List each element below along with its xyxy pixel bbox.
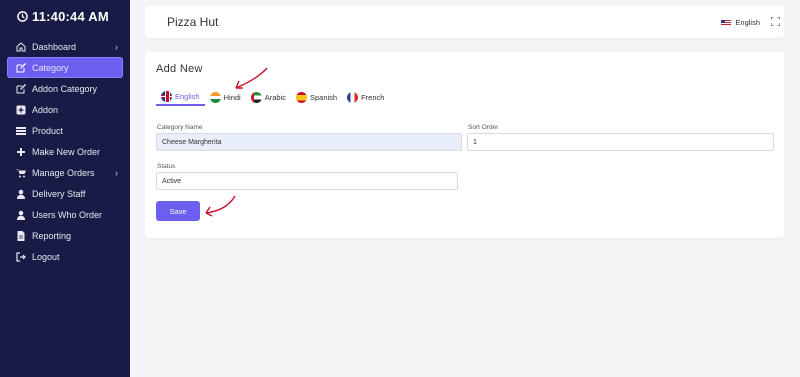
tab-french[interactable]: French bbox=[342, 88, 389, 106]
annotation-arrow bbox=[205, 195, 236, 217]
uae-flag-icon bbox=[250, 91, 262, 103]
sidebar-item-manage-orders[interactable]: Manage Orders › bbox=[0, 162, 130, 183]
annotation-arrow bbox=[235, 67, 268, 89]
sidebar-item-addon[interactable]: Addon bbox=[0, 99, 130, 120]
sidebar-item-dashboard[interactable]: Dashboard › bbox=[0, 36, 130, 57]
sidebar-item-label: Reporting bbox=[32, 230, 72, 241]
sort-order-input[interactable]: 1 bbox=[467, 133, 774, 151]
sidebar-item-label: Dashboard bbox=[32, 41, 77, 52]
card-title: Add New bbox=[156, 63, 203, 75]
file-icon bbox=[15, 230, 26, 241]
india-flag-icon bbox=[209, 91, 221, 103]
sidebar-item-make-new-order[interactable]: Make New Order bbox=[0, 141, 130, 162]
tab-label: Spanish bbox=[309, 92, 338, 102]
tab-label: English bbox=[175, 91, 200, 101]
users-icon bbox=[15, 209, 26, 220]
user-icon bbox=[15, 188, 26, 199]
sidebar-item-label: Users Who Order bbox=[32, 209, 103, 220]
save-button[interactable]: Save bbox=[156, 201, 200, 221]
sidebar-item-label: Logout bbox=[32, 251, 60, 262]
clock-time: 11:40:44 AM bbox=[32, 9, 109, 24]
clock-icon bbox=[17, 11, 28, 22]
category-name-input[interactable]: Cheese Margherita bbox=[156, 133, 462, 151]
chevron-right-icon: › bbox=[115, 168, 118, 178]
uk-flag-icon bbox=[161, 90, 172, 102]
sidebar-item-delivery-staff[interactable]: Delivery Staff bbox=[0, 183, 130, 204]
sidebar-item-reporting[interactable]: Reporting bbox=[0, 225, 130, 246]
spain-flag-icon bbox=[295, 91, 307, 103]
tab-label: Arabic bbox=[264, 92, 286, 102]
language-tabs: English Hindi Arabic Spanish French bbox=[156, 88, 389, 106]
us-flag-icon bbox=[721, 19, 732, 26]
status-label: Status bbox=[157, 163, 176, 170]
sidebar-item-product[interactable]: Product bbox=[0, 120, 130, 141]
plus-square-icon bbox=[15, 104, 26, 115]
sidebar-item-label: Make New Order bbox=[32, 146, 101, 157]
brand-name: Pizza Hut bbox=[167, 15, 219, 29]
category-name-label: Category Name bbox=[157, 124, 203, 131]
tab-label: French bbox=[361, 92, 385, 102]
sidebar: 11:40:44 AM Dashboard › Category Addon C… bbox=[0, 0, 130, 377]
language-selector[interactable]: English bbox=[721, 18, 760, 27]
logout-icon bbox=[15, 251, 26, 262]
edit-icon bbox=[15, 62, 26, 73]
language-label: English bbox=[735, 18, 760, 27]
sidebar-item-label: Product bbox=[32, 125, 64, 136]
top-bar: Pizza Hut English bbox=[145, 6, 784, 38]
france-flag-icon bbox=[347, 91, 359, 103]
edit-icon bbox=[15, 83, 26, 94]
sidebar-item-label: Addon bbox=[32, 104, 59, 115]
tab-label: Hindi bbox=[223, 92, 241, 102]
sidebar-item-addon-category[interactable]: Addon Category bbox=[0, 78, 130, 99]
sidebar-item-label: Addon Category bbox=[32, 83, 98, 94]
sidebar-item-logout[interactable]: Logout bbox=[0, 246, 130, 267]
sidebar-item-label: Category bbox=[32, 62, 69, 73]
sidebar-item-users-who-order[interactable]: Users Who Order bbox=[0, 204, 130, 225]
clock: 11:40:44 AM bbox=[17, 9, 109, 24]
status-select[interactable]: Active bbox=[156, 172, 458, 190]
list-icon bbox=[15, 125, 26, 136]
chevron-right-icon: › bbox=[115, 42, 118, 52]
sidebar-item-label: Manage Orders bbox=[32, 167, 95, 178]
sidebar-menu: Dashboard › Category Addon Category Addo… bbox=[0, 36, 130, 267]
plus-icon bbox=[15, 146, 26, 157]
sidebar-item-label: Delivery Staff bbox=[32, 188, 86, 199]
sidebar-item-category[interactable]: Category bbox=[7, 57, 123, 78]
tab-spanish[interactable]: Spanish bbox=[291, 88, 342, 106]
cart-icon bbox=[15, 167, 26, 178]
sort-order-label: Sort Order bbox=[468, 124, 499, 131]
fullscreen-icon[interactable] bbox=[771, 17, 780, 26]
tab-english[interactable]: English bbox=[156, 88, 205, 106]
home-icon bbox=[15, 41, 26, 52]
